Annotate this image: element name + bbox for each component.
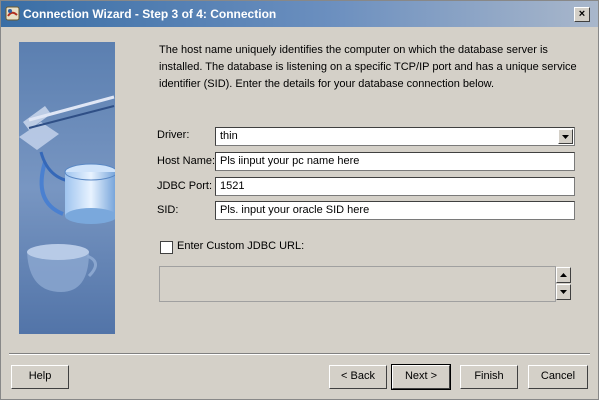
close-button[interactable]: × (574, 7, 590, 22)
driver-label: Driver: (157, 129, 190, 141)
custom-url-textarea[interactable] (159, 266, 556, 302)
window-title: Connection Wizard - Step 3 of 4: Connect… (23, 7, 277, 21)
next-button[interactable]: Next > (391, 364, 451, 390)
driver-dropdown-button[interactable] (558, 129, 573, 144)
title-bar[interactable]: Connection Wizard - Step 3 of 4: Connect… (1, 1, 598, 27)
host-name-field[interactable]: Pls iinput your pc name here (215, 152, 575, 171)
scroll-up-button[interactable] (556, 267, 571, 283)
chevron-up-icon (560, 273, 567, 277)
jdbc-port-field[interactable]: 1521 (215, 177, 575, 196)
back-button[interactable]: < Back (329, 365, 387, 389)
host-name-label: Host Name: (157, 155, 216, 167)
help-button[interactable]: Help (11, 365, 69, 389)
connection-wizard-dialog: Connection Wizard - Step 3 of 4: Connect… (0, 0, 599, 400)
footer-separator (9, 353, 590, 355)
custom-url-label[interactable]: Enter Custom JDBC URL: (177, 240, 304, 252)
sid-label: SID: (157, 204, 179, 216)
intro-text: The host name uniquely identifies the co… (159, 44, 577, 90)
chevron-down-icon (560, 290, 567, 294)
finish-button[interactable]: Finish (460, 365, 518, 389)
driver-value: thin (220, 130, 238, 142)
scroll-down-button[interactable] (556, 284, 571, 300)
driver-select[interactable]: thin (215, 127, 575, 146)
chevron-down-icon (562, 135, 569, 139)
wizard-side-illustration (19, 42, 115, 334)
sid-field[interactable]: Pls. input your oracle SID here (215, 201, 575, 220)
custom-url-checkbox[interactable] (160, 241, 173, 254)
app-icon (5, 6, 20, 21)
cancel-button[interactable]: Cancel (528, 365, 588, 389)
jdbc-port-label: JDBC Port: (157, 180, 213, 192)
